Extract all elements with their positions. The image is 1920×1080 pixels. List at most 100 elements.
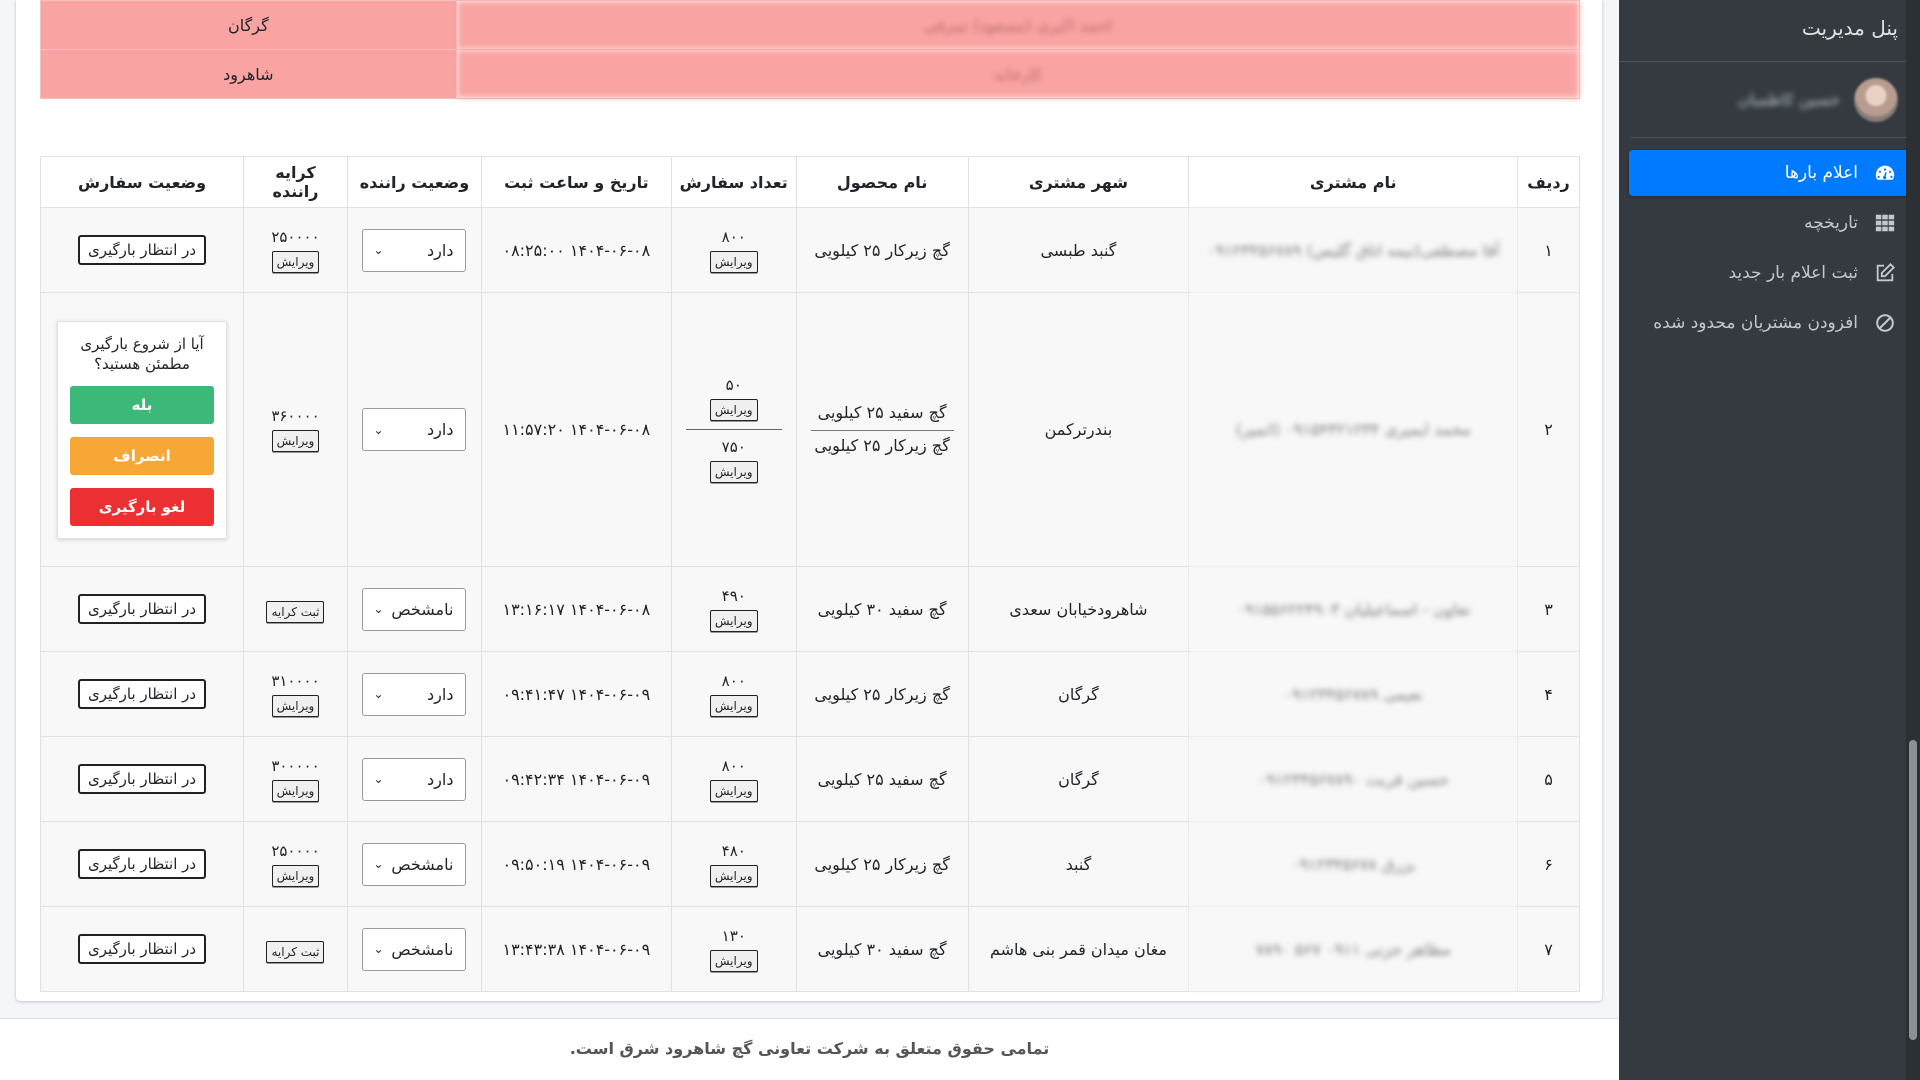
- product-name: گچ زیرکار ۲۵ کیلویی: [795, 207, 969, 293]
- driver-fare-cell: ۳۰۰۰۰۰ ویرایش: [243, 736, 348, 822]
- orders-table: ردیف نام مشتری شهر مشتری نام محصول تعداد…: [39, 156, 1580, 992]
- restricted-customers-table: احمد اکبری (مسعود) نیبرقی گرگان کارخانه …: [40, 0, 1581, 99]
- quantity-value: ۱۳۰: [721, 926, 746, 945]
- driver-fare-cell: ۳۱۰۰۰۰ ویرایش: [243, 651, 348, 737]
- customer-city: گرگان: [967, 736, 1190, 822]
- confirm-yes-button[interactable]: بله: [70, 385, 215, 424]
- driver-status-value: نامشخص: [391, 599, 454, 619]
- col-header-product: نام محصول: [795, 156, 969, 208]
- sidebar: پنل مدیریت حسین کاظمیان اعلام بارها تاری…: [1619, 0, 1920, 1080]
- driver-status-cell: دارد ⌄: [346, 207, 482, 293]
- edit-fare-button[interactable]: ویرایش: [271, 430, 320, 452]
- quantity-cell: ۸۰۰ ویرایش: [670, 736, 797, 822]
- user-panel[interactable]: حسین کاظمیان: [1631, 62, 1908, 138]
- sidebar-item-load-announcements[interactable]: اعلام بارها: [1629, 150, 1910, 196]
- avatar[interactable]: [1854, 77, 1898, 122]
- customer-city: گنبد طبسی: [967, 207, 1190, 293]
- user-name[interactable]: حسین کاظمیان: [1738, 90, 1840, 109]
- edit-quantity-button[interactable]: ویرایش: [709, 949, 758, 972]
- driver-fare-cell: ۳۶۰۰۰۰ ویرایش: [243, 292, 348, 567]
- order-datetime: ۱۴۰۴-۰۶-۰۸ ۰۸:۲۵:۰۰: [480, 207, 672, 293]
- product-name: گچ سفید ۳۰ کیلویی: [795, 566, 969, 652]
- edit-fare-button[interactable]: ویرایش: [271, 250, 320, 273]
- edit-quantity-button[interactable]: ویرایش: [709, 399, 758, 421]
- driver-status-cell: دارد ⌄: [346, 651, 482, 737]
- product-name: گچ زیرکار ۲۵ کیلویی: [795, 821, 969, 907]
- edit-fare-button[interactable]: ویرایش: [271, 864, 320, 887]
- divider: [685, 429, 782, 430]
- driver-status-cell: نامشخص ⌄: [346, 566, 482, 652]
- awaiting-loading-button[interactable]: در انتظار بارگیری: [77, 764, 207, 794]
- confirm-cancel-button[interactable]: انصراف: [70, 436, 215, 475]
- copyright-text: تمامی حقوق متعلق به شرکت تعاونی گچ شاهرو…: [569, 1039, 1050, 1058]
- row-index: ۶: [1517, 821, 1580, 907]
- driver-status-select[interactable]: نامشخص ⌄: [362, 927, 467, 971]
- order-status-cell: در انتظار بارگیری: [39, 906, 245, 992]
- fare-value: ۳۶۰۰۰۰: [271, 407, 320, 425]
- fare-value: ۲۵۰۰۰۰: [271, 227, 320, 246]
- table-row: ۶ بزرق ۰۹۱۲۳۴۵۶۷۸ گنبد گچ زیرکار ۲۵ کیلو…: [39, 821, 1580, 907]
- chevron-down-icon: ⌄: [373, 602, 384, 616]
- driver-status-value: نامشخص: [391, 939, 454, 959]
- driver-status-value: نامشخص: [391, 854, 454, 874]
- driver-status-select[interactable]: نامشخص ⌄: [362, 587, 467, 631]
- order-status-cell: در انتظار بارگیری: [39, 207, 245, 293]
- set-fare-button[interactable]: ثبت کرایه: [266, 940, 325, 963]
- driver-status-select[interactable]: دارد ⌄: [362, 672, 467, 716]
- driver-status-cell: دارد ⌄: [346, 292, 482, 567]
- dashboard-gauge-icon: [1872, 162, 1898, 184]
- awaiting-loading-button[interactable]: در انتظار بارگیری: [77, 594, 207, 624]
- sidebar-item-label: تاریخچه: [1804, 213, 1858, 233]
- main-content: احمد اکبری (مسعود) نیبرقی گرگان کارخانه …: [0, 0, 1619, 1080]
- product-name: گچ زیرکار ۲۵ کیلویی: [795, 651, 969, 737]
- quantity-value: ۴۸۰: [721, 841, 746, 860]
- customer-name: نعیمی ۰۹۱۲۳۴۵۶۷۸۹: [1188, 651, 1519, 737]
- table-row: ۳ تعاون - اسماعیلیان ۰۹۱۵۵۶۲۲۴۹۰۳ شاهرود…: [39, 566, 1580, 652]
- set-fare-button[interactable]: ثبت کرایه: [266, 600, 325, 623]
- scrollbar-track[interactable]: [1906, 0, 1920, 1080]
- product-name: گچ سفید ۲۵ کیلویی: [810, 398, 954, 431]
- cancel-loading-button[interactable]: لغو بارگیری: [70, 487, 215, 526]
- sidebar-item-label: اعلام بارها: [1784, 163, 1858, 183]
- table-row: کارخانه شاهرود: [40, 49, 1581, 99]
- driver-status-value: دارد: [427, 240, 454, 260]
- driver-status-select[interactable]: دارد ⌄: [362, 228, 467, 272]
- awaiting-loading-button[interactable]: در انتظار بارگیری: [77, 934, 207, 964]
- scrollbar-thumb[interactable]: [1909, 740, 1917, 1040]
- customer-name-cell: احمد اکبری (مسعود) نیبرقی: [455, 0, 1581, 50]
- driver-status-select[interactable]: دارد ⌄: [362, 757, 467, 801]
- awaiting-loading-button[interactable]: در انتظار بارگیری: [77, 849, 207, 879]
- ban-icon: [1872, 312, 1898, 334]
- edit-quantity-button[interactable]: ویرایش: [709, 779, 758, 802]
- quantity-cell: ۱۳۰ ویرایش: [670, 906, 797, 992]
- order-datetime: ۱۴۰۴-۰۶-۰۹ ۰۹:۴۱:۴۷: [480, 651, 672, 737]
- table-row: ۴ نعیمی ۰۹۱۲۳۴۵۶۷۸۹ گرگان گچ زیرکار ۲۵ ک…: [39, 651, 1580, 737]
- edit-fare-button[interactable]: ویرایش: [271, 694, 320, 717]
- sidebar-item-restricted-customers[interactable]: افزودن مشتریان محدود شده: [1629, 300, 1910, 346]
- driver-status-select[interactable]: دارد ⌄: [362, 408, 467, 451]
- sidebar-item-history[interactable]: تاریخچه: [1629, 200, 1910, 246]
- edit-quantity-button[interactable]: ویرایش: [709, 864, 758, 887]
- awaiting-loading-button[interactable]: در انتظار بارگیری: [77, 679, 207, 709]
- order-status-cell: آیا از شروع بارگیری مطمئن هستید؟ بله انص…: [39, 292, 245, 567]
- driver-status-select[interactable]: نامشخص ⌄: [362, 842, 467, 886]
- row-index: ۴: [1517, 651, 1580, 737]
- edit-quantity-button[interactable]: ویرایش: [709, 461, 758, 483]
- orders-card: احمد اکبری (مسعود) نیبرقی گرگان کارخانه …: [16, 0, 1602, 1001]
- chevron-down-icon: ⌄: [373, 857, 384, 871]
- awaiting-loading-button[interactable]: در انتظار بارگیری: [77, 235, 207, 265]
- panel-title[interactable]: پنل مدیریت: [1619, 0, 1920, 62]
- footer: تمامی حقوق متعلق به شرکت تعاونی گچ شاهرو…: [0, 1018, 1619, 1080]
- edit-quantity-button[interactable]: ویرایش: [709, 694, 758, 717]
- row-index: ۲: [1517, 292, 1580, 567]
- edit-fare-button[interactable]: ویرایش: [271, 779, 320, 802]
- edit-quantity-button[interactable]: ویرایش: [709, 250, 758, 273]
- table-row: احمد اکبری (مسعود) نیبرقی گرگان: [40, 0, 1581, 50]
- customer-city: بندرترکمن: [967, 292, 1190, 567]
- edit-quantity-button[interactable]: ویرایش: [709, 609, 758, 632]
- quantity-value: ۸۰۰: [721, 756, 746, 775]
- chevron-down-icon: ⌄: [373, 687, 384, 701]
- order-status-cell: در انتظار بارگیری: [39, 736, 245, 822]
- sidebar-item-new-announcement[interactable]: ثبت اعلام بار جدید: [1629, 250, 1910, 296]
- chevron-down-icon: ⌄: [373, 422, 384, 437]
